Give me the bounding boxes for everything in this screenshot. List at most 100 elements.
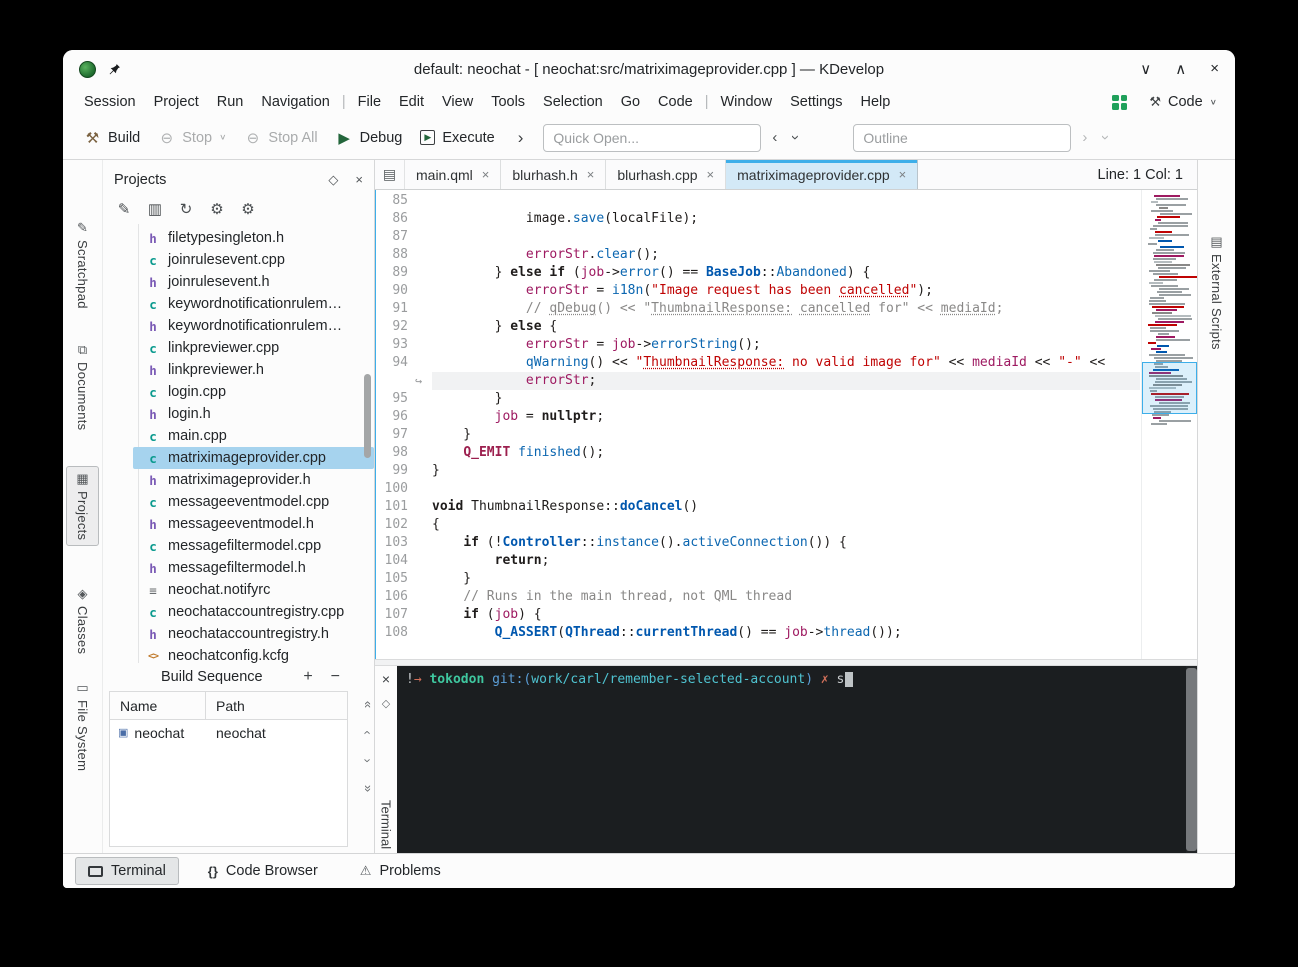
area-switcher-button[interactable]: ⚒ Code ∨ — [1143, 92, 1223, 112]
menu-settings[interactable]: Settings — [781, 92, 851, 112]
minimap[interactable] — [1141, 190, 1197, 659]
tree-item-messageeventmodel-h[interactable]: hmessageeventmodel.h — [133, 513, 374, 535]
float-icon[interactable]: ◇ — [328, 172, 338, 188]
code-editor[interactable]: 8586 image.save(localFile);8788 errorStr… — [375, 190, 1197, 659]
menu-selection[interactable]: Selection — [534, 92, 612, 112]
sidebar-tab-classes[interactable]: ◈Classes — [66, 582, 99, 659]
tree-item-login-cpp[interactable]: clogin.cpp — [133, 381, 374, 403]
tree-item-keywordnotificationrulem[interactable]: ckeywordnotificationrulem… — [133, 293, 374, 315]
tree-item-login-h[interactable]: hlogin.h — [133, 403, 374, 425]
tree-item-messagefiltermodel-cpp[interactable]: cmessagefiltermodel.cpp — [133, 535, 374, 557]
statusbar-tab-code-browser[interactable]: {}Code Browser — [195, 857, 331, 885]
debug-button[interactable]: ▶Debug — [327, 123, 412, 153]
stop-button[interactable]: ⊖Stop∨ — [149, 123, 235, 153]
column-header-name[interactable]: Name — [110, 692, 206, 719]
execute-button[interactable]: ▶Execute — [411, 124, 503, 152]
tree-item-linkpreviewer-cpp[interactable]: clinkpreviewer.cpp — [133, 337, 374, 359]
menu-code[interactable]: Code — [649, 92, 702, 112]
column-header-path[interactable]: Path — [206, 698, 245, 714]
editor-tab-blurhash-h[interactable]: blurhash.h× — [501, 160, 606, 189]
tree-item-messagefiltermodel-h[interactable]: hmessagefiltermodel.h — [133, 557, 374, 579]
previous-icon[interactable]: ‹ — [767, 129, 782, 146]
editor-tab-blurhash-cpp[interactable]: blurhash.cpp× — [606, 160, 726, 189]
remove-button[interactable]: − — [331, 668, 340, 686]
projects-panel-header: Projects ◇ × — [103, 166, 374, 194]
menu-go[interactable]: Go — [612, 92, 649, 112]
statusbar-tab-terminal[interactable]: Terminal — [75, 857, 179, 885]
close-icon[interactable]: × — [482, 167, 490, 182]
tree-item-keywordnotificationrulem[interactable]: hkeywordnotificationrulem… — [133, 315, 374, 337]
tree-scrollbar[interactable] — [364, 374, 371, 458]
terminal-line: !→ tokodon git:(work/carl/remember-selec… — [406, 672, 1177, 687]
close-icon[interactable]: × — [382, 671, 390, 687]
menu-session[interactable]: Session — [75, 92, 145, 112]
minimap-viewport[interactable] — [1142, 362, 1197, 414]
outline-input[interactable] — [853, 124, 1071, 152]
menu-project[interactable]: Project — [145, 92, 208, 112]
tree-item-neochataccountregistry-cpp[interactable]: cneochataccountregistry.cpp — [133, 601, 374, 623]
menu-help[interactable]: Help — [851, 92, 899, 112]
editor-tab-matriximageprovider-cpp[interactable]: matriximageprovider.cpp× — [726, 160, 918, 189]
menu-navigation[interactable]: Navigation — [252, 92, 339, 112]
refresh-icon[interactable]: ↻ — [177, 200, 195, 218]
tree-item-neochatconfig-kcfg[interactable]: <>neochatconfig.kcfg — [133, 645, 374, 663]
statusbar-tab-problems[interactable]: ⚠Problems — [347, 857, 454, 885]
tree-item-main-cpp[interactable]: cmain.cpp — [133, 425, 374, 447]
move-up-icon[interactable]: ‹ — [366, 725, 370, 740]
menu-edit[interactable]: Edit — [390, 92, 433, 112]
tree-item-joinrulesevent-h[interactable]: hjoinrulesevent.h — [133, 271, 374, 293]
menu-tools[interactable]: Tools — [482, 92, 534, 112]
stop-all-button[interactable]: ⊖Stop All — [235, 123, 326, 153]
tree-item-matriximageprovider-cpp[interactable]: cmatriximageprovider.cpp — [133, 447, 374, 469]
tree-item-neochataccountregistry-h[interactable]: hneochataccountregistry.h — [133, 623, 374, 645]
terminal-screen[interactable]: !→ tokodon git:(work/carl/remember-selec… — [397, 666, 1186, 853]
chevron-down-icon[interactable]: › — [1098, 129, 1113, 146]
area-grid-icon[interactable] — [1112, 95, 1127, 110]
toolbar-expand-icon[interactable]: › — [510, 128, 538, 148]
tree-item-matriximageprovider-h[interactable]: hmatriximageprovider.h — [133, 469, 374, 491]
sidebar-tab-external-scripts[interactable]: ▤External Scripts — [1200, 230, 1233, 355]
terminal-scrollbar[interactable] — [1186, 666, 1197, 853]
close-icon[interactable]: × — [587, 167, 595, 182]
sidebar-tab-documents[interactable]: ⧉Documents — [66, 338, 99, 435]
line-number: 93 — [376, 336, 408, 354]
next-icon[interactable]: › — [1077, 129, 1092, 146]
menu-window[interactable]: Window — [712, 92, 782, 112]
edit-icon[interactable]: ✎ — [115, 200, 133, 218]
quick-open-input[interactable] — [543, 124, 761, 152]
line-number: 102 — [376, 516, 408, 534]
tree-item-neochat-notifyrc[interactable]: ≡neochat.notifyrc — [133, 579, 374, 601]
build-sequence-row[interactable]: ▣neochatneochat — [110, 720, 347, 745]
float-icon[interactable]: ◇ — [382, 697, 390, 710]
document-list-icon[interactable]: ▤ — [375, 160, 405, 189]
move-top-icon[interactable]: « — [365, 697, 372, 712]
close-icon[interactable]: × — [899, 167, 907, 182]
tree-item-filetypesingleton-h[interactable]: hfiletypesingleton.h — [133, 227, 374, 249]
sidebar-tab-scratchpad[interactable]: ✎Scratchpad — [66, 216, 99, 314]
menu-run[interactable]: Run — [208, 92, 253, 112]
editor-tab-main-qml[interactable]: main.qml× — [405, 160, 501, 189]
close-icon[interactable]: × — [355, 172, 363, 188]
sidebar-tab-projects[interactable]: ▦Projects — [66, 466, 99, 546]
tree-item-joinrulesevent-cpp[interactable]: cjoinrulesevent.cpp — [133, 249, 374, 271]
tree-item-linkpreviewer-h[interactable]: hlinkpreviewer.h — [133, 359, 374, 381]
chevron-down-icon[interactable]: › — [788, 129, 803, 146]
close-icon[interactable]: × — [707, 167, 715, 182]
close-icon[interactable]: × — [1210, 60, 1219, 78]
tree-item-messageeventmodel-cpp[interactable]: cmessageeventmodel.cpp — [133, 491, 374, 513]
panel-icon[interactable]: ▥ — [146, 200, 164, 218]
add-button[interactable]: + — [303, 668, 312, 686]
minimize-icon[interactable]: ∨ — [1140, 60, 1151, 78]
pin-icon[interactable] — [108, 63, 121, 76]
horizontal-splitter[interactable] — [375, 659, 1197, 666]
move-down-icon[interactable]: › — [366, 753, 370, 768]
build-button[interactable]: ⚒Build — [75, 123, 149, 153]
gear-icon[interactable]: ⚙ — [239, 200, 257, 218]
maximize-icon[interactable]: ∧ — [1175, 60, 1186, 78]
menu-file[interactable]: File — [349, 92, 390, 112]
gear-icon[interactable]: ⚙ — [208, 200, 226, 218]
move-bottom-icon[interactable]: » — [365, 781, 372, 796]
code-line: 100 — [376, 480, 1140, 498]
sidebar-tab-file-system[interactable]: ▭File System — [66, 676, 99, 776]
menu-view[interactable]: View — [433, 92, 482, 112]
